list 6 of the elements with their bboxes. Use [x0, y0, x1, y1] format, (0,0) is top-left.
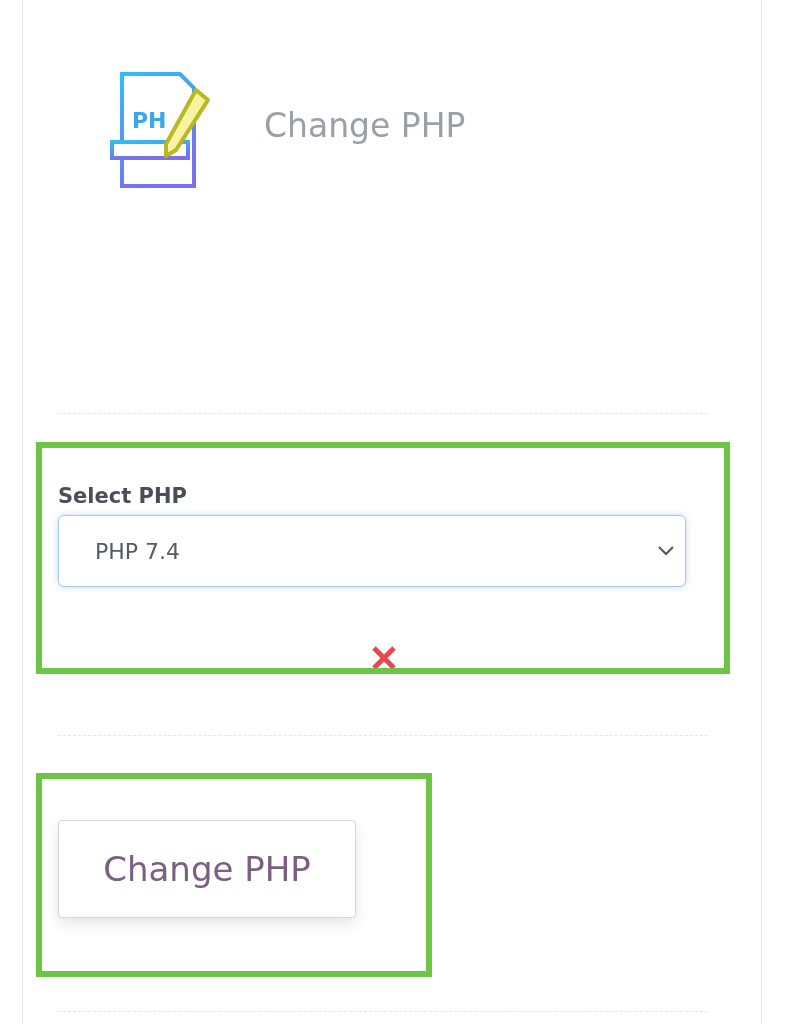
chevron-down-icon — [657, 545, 675, 557]
change-php-button[interactable]: Change PHP — [58, 820, 356, 918]
close-icon — [370, 646, 398, 668]
page-title: Change PHP — [264, 105, 466, 145]
php-version-select[interactable]: PHP 7.4 — [58, 515, 686, 587]
field-label: Select PHP — [58, 484, 188, 508]
